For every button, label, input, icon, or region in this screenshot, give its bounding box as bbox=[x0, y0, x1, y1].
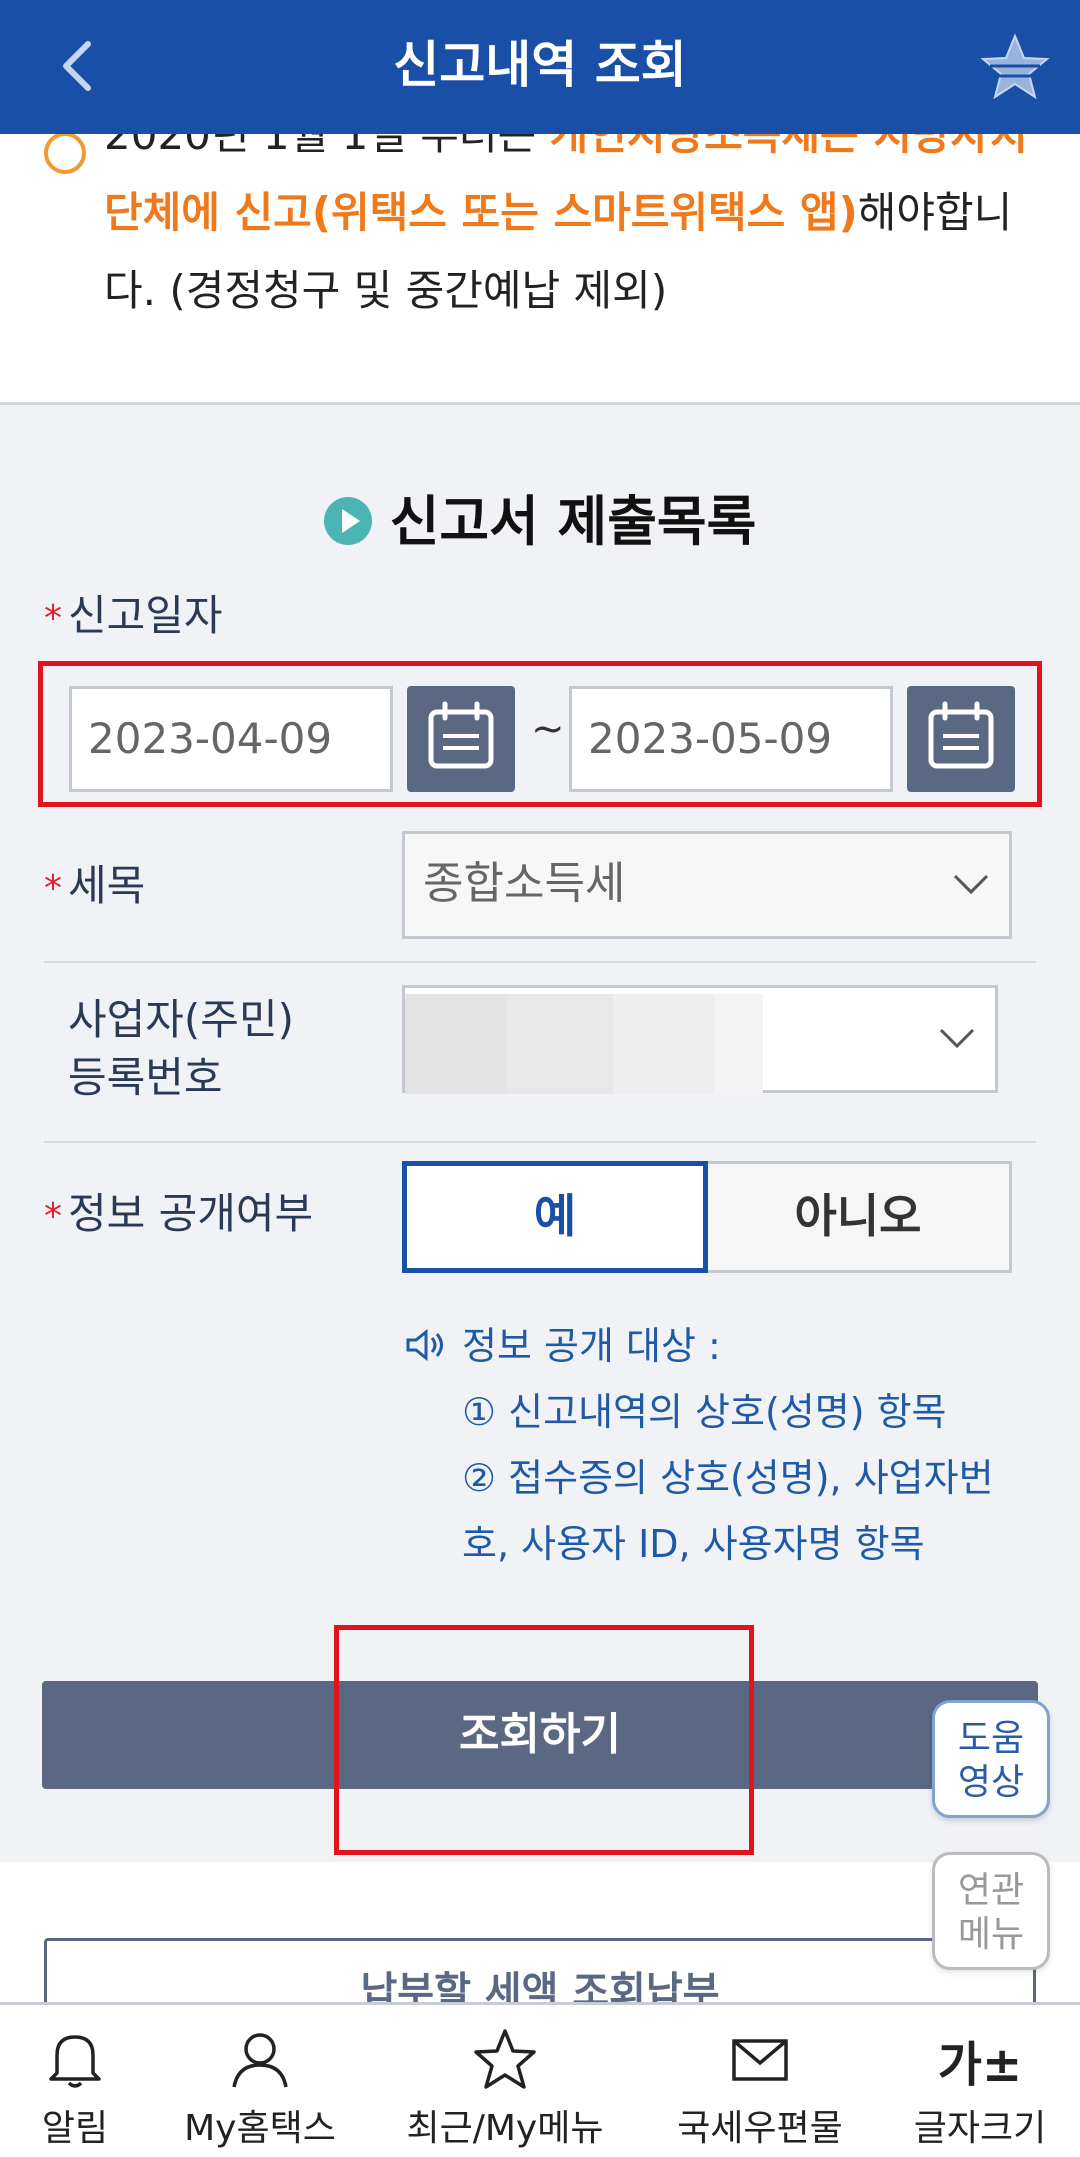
speaker-icon bbox=[406, 1328, 443, 1361]
notice-line2-highlight: 단체에 신고(위택스 또는 스마트위택스 앱) bbox=[104, 188, 858, 237]
redacted-block bbox=[613, 994, 721, 1094]
notice-line2-plain: 해야합니 bbox=[857, 188, 1013, 237]
related-menu-button[interactable]: 연관 메뉴 bbox=[932, 1852, 1050, 1970]
chevron-down-icon bbox=[939, 1028, 975, 1049]
date-from-calendar-button[interactable] bbox=[407, 686, 515, 792]
related-menu-label-2: 메뉴 bbox=[957, 1914, 1025, 1955]
redacted-block bbox=[405, 994, 513, 1094]
registration-number-label: 사업자(주민) 등록번호 bbox=[68, 991, 294, 1107]
date-separator: ~ bbox=[531, 706, 565, 752]
disclosure-info: 정보 공개 대상 : ① 신고내역의 상호(성명) 항목 ② 접수증의 상호(성… bbox=[404, 1313, 1024, 1577]
search-form-area: 신고서 제출목록 *신고일자 2023-04-09 ~ 2023-05-09 bbox=[0, 402, 1080, 1862]
tax-type-select[interactable]: 종합소득세 bbox=[402, 831, 1012, 939]
registration-label-line1: 사업자(주민) bbox=[68, 995, 294, 1044]
person-icon bbox=[232, 2033, 288, 2088]
disclosure-yes-button[interactable]: 예 bbox=[402, 1161, 708, 1273]
disclosure-label-text: 정보 공개여부 bbox=[68, 1189, 314, 1238]
section-title-text: 신고서 제출목록 bbox=[389, 490, 757, 553]
disclosure-toggle: 예 아니오 bbox=[402, 1161, 1012, 1273]
notice-text: 2020년 1월 1일 부터는 개인지방소득세는 지방자치 단체에 신고(위택스… bbox=[104, 134, 1034, 330]
required-mark: * bbox=[44, 1196, 62, 1237]
star-icon bbox=[474, 2029, 536, 2089]
nav-label: 알림 bbox=[41, 2108, 109, 2149]
info-item-1: ① 신고내역의 상호(성명) 항목 bbox=[462, 1390, 947, 1434]
page-title: 신고내역 조회 bbox=[393, 36, 687, 94]
notice-line1-plain: 2020년 1월 1일 부터는 bbox=[104, 134, 550, 159]
date-to-input[interactable]: 2023-05-09 bbox=[569, 686, 893, 792]
nav-item-font-size[interactable]: 가± 글자크기 bbox=[890, 2005, 1070, 2157]
font-size-icon: 가± bbox=[937, 2037, 1023, 2093]
registration-number-select[interactable] bbox=[402, 985, 998, 1094]
nav-label: My홈택스 bbox=[184, 2108, 336, 2149]
app-header: 신고내역 조회 bbox=[0, 0, 1080, 134]
nav-item-my-hometax[interactable]: My홈택스 bbox=[170, 2005, 350, 2157]
nav-item-tax-mail[interactable]: 국세우편물 bbox=[650, 2005, 870, 2157]
info-title: 정보 공개 대상 : bbox=[462, 1324, 721, 1368]
bell-icon bbox=[49, 2035, 101, 2088]
calendar-icon bbox=[928, 701, 994, 769]
nav-label: 최근/My메뉴 bbox=[406, 2108, 604, 2149]
redacted-block bbox=[715, 994, 763, 1094]
play-bullet-icon bbox=[323, 497, 372, 546]
date-label-text: 신고일자 bbox=[68, 591, 223, 640]
mail-icon bbox=[732, 2039, 788, 2081]
tax-type-value: 종합소득세 bbox=[423, 858, 626, 909]
date-from-input[interactable]: 2023-04-09 bbox=[69, 686, 393, 792]
info-item-2b: 호, 사용자 ID, 사용자명 항목 bbox=[462, 1522, 925, 1566]
nav-item-alerts[interactable]: 알림 bbox=[0, 2005, 150, 2157]
divider bbox=[44, 961, 1036, 963]
chevron-down-icon bbox=[953, 874, 989, 895]
nav-label: 국세우편물 bbox=[677, 2108, 843, 2149]
help-video-button[interactable]: 도움 영상 bbox=[932, 1700, 1050, 1818]
info-item-2a: ② 접수증의 상호(성명), 사업자번 bbox=[462, 1456, 994, 1500]
date-range-highlight: 2023-04-09 ~ 2023-05-09 bbox=[38, 661, 1042, 807]
tax-type-label: * 세목 bbox=[44, 857, 145, 918]
required-mark: * bbox=[44, 868, 62, 909]
date-label: * 신고일자 bbox=[44, 587, 223, 648]
bottom-navigation: 알림 My홈택스 최근/My메뉴 국세우편물 가± 글자크기 bbox=[0, 2002, 1080, 2157]
help-video-label-2: 영상 bbox=[957, 1762, 1025, 1803]
tax-type-label-text: 세목 bbox=[68, 861, 146, 910]
search-button[interactable]: 조회하기 bbox=[42, 1681, 1038, 1789]
nav-label: 글자크기 bbox=[913, 2108, 1047, 2149]
favorite-star-icon[interactable] bbox=[980, 32, 1050, 102]
divider bbox=[44, 1141, 1036, 1143]
redacted-block bbox=[507, 994, 619, 1094]
calendar-icon bbox=[428, 701, 494, 769]
nav-item-recent-my-menu[interactable]: 최근/My메뉴 bbox=[390, 2005, 620, 2157]
help-video-label-1: 도움 bbox=[957, 1718, 1025, 1759]
notice-line3-plain: 다. (경정청구 및 중간예납 제외) bbox=[104, 266, 668, 315]
notice-bullet-icon bbox=[44, 134, 86, 174]
related-menu-label-1: 연관 bbox=[957, 1870, 1025, 1911]
disclosure-label: * 정보 공개여부 bbox=[44, 1185, 313, 1246]
section-title: 신고서 제출목록 bbox=[0, 477, 1080, 556]
required-mark: * bbox=[44, 598, 62, 639]
registration-label-line2: 등록번호 bbox=[68, 1053, 223, 1102]
notice-line1-highlight: 개인지방소득세는 지방자치 bbox=[549, 134, 1028, 159]
date-to-calendar-button[interactable] bbox=[907, 686, 1015, 792]
notice-panel: 2020년 1월 1일 부터는 개인지방소득세는 지방자치 단체에 신고(위택스… bbox=[0, 134, 1080, 402]
disclosure-no-button[interactable]: 아니오 bbox=[704, 1161, 1012, 1273]
info-title-line: 정보 공개 대상 : bbox=[404, 1313, 1024, 1379]
